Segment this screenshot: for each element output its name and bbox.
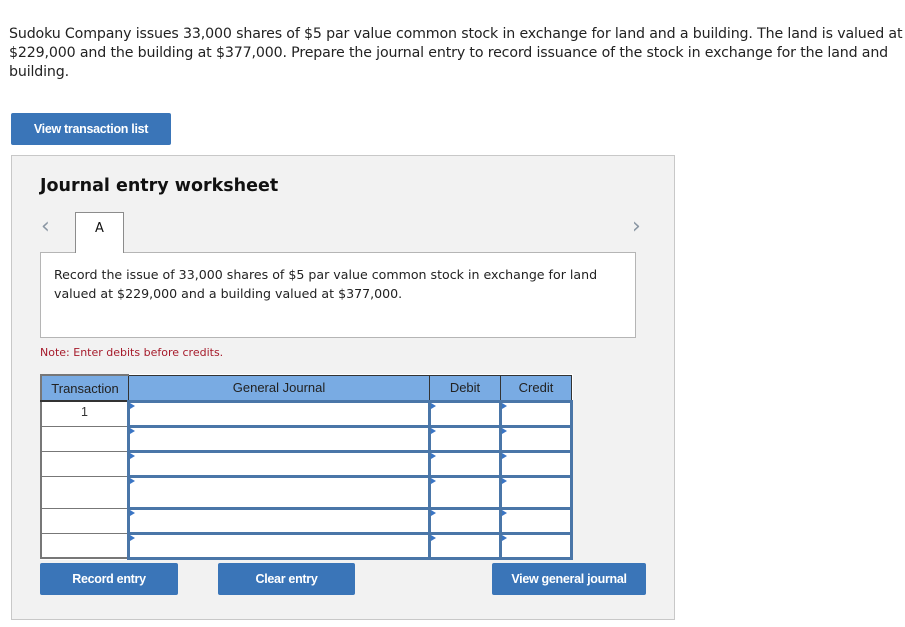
transaction-cell bbox=[40, 425, 130, 452]
account-input[interactable] bbox=[127, 474, 431, 510]
question-text: Sudoku Company issues 33,000 shares of $… bbox=[9, 26, 903, 80]
debit-input[interactable] bbox=[428, 424, 502, 453]
column-header-credit: Credit bbox=[500, 374, 572, 402]
transaction-cell bbox=[40, 532, 130, 559]
column-header-general-journal: General Journal bbox=[128, 374, 430, 402]
column-header-debit: Debit bbox=[429, 374, 501, 402]
debit-input[interactable] bbox=[428, 531, 502, 560]
transaction-description: Record the issue of 33,000 shares of $5 … bbox=[54, 267, 598, 301]
chevron-right-icon[interactable]: › bbox=[632, 214, 641, 239]
tab-a[interactable]: A bbox=[75, 212, 124, 253]
transaction-cell bbox=[40, 507, 130, 534]
account-input[interactable] bbox=[127, 449, 431, 478]
record-entry-button[interactable]: Record entry bbox=[40, 563, 178, 595]
transaction-cell: 1 bbox=[40, 400, 130, 427]
journal-table: Transaction General Journal Debit Credit… bbox=[40, 374, 573, 560]
credit-input[interactable] bbox=[499, 449, 573, 478]
credit-input[interactable] bbox=[499, 531, 573, 560]
account-input[interactable] bbox=[127, 531, 431, 560]
debit-input[interactable] bbox=[428, 506, 502, 535]
credit-input[interactable] bbox=[499, 506, 573, 535]
credit-input[interactable] bbox=[499, 399, 573, 428]
transaction-description-box: Record the issue of 33,000 shares of $5 … bbox=[40, 252, 636, 338]
table-row bbox=[40, 474, 573, 510]
transaction-cell bbox=[40, 450, 130, 477]
debit-input[interactable] bbox=[428, 449, 502, 478]
column-header-transaction: Transaction bbox=[40, 374, 129, 402]
account-input[interactable] bbox=[127, 506, 431, 535]
journal-header-row: Transaction General Journal Debit Credit bbox=[40, 374, 572, 402]
clear-entry-button[interactable]: Clear entry bbox=[218, 563, 355, 595]
worksheet-title: Journal entry worksheet bbox=[40, 176, 279, 196]
debit-input[interactable] bbox=[428, 474, 502, 510]
credit-input[interactable] bbox=[499, 474, 573, 510]
note-text: Note: Enter debits before credits. bbox=[40, 346, 224, 359]
journal-entry-worksheet: Journal entry worksheet ‹ A › Record the… bbox=[11, 155, 675, 620]
view-general-journal-button[interactable]: View general journal bbox=[492, 563, 646, 595]
table-row bbox=[40, 531, 573, 560]
tab-label: A bbox=[95, 221, 104, 236]
view-transaction-list-button[interactable]: View transaction list bbox=[11, 113, 171, 145]
table-row bbox=[40, 506, 573, 535]
credit-input[interactable] bbox=[499, 424, 573, 453]
table-row: 1 bbox=[40, 399, 573, 428]
table-row bbox=[40, 424, 573, 453]
account-input[interactable] bbox=[127, 399, 431, 428]
transaction-cell bbox=[40, 475, 130, 509]
table-row bbox=[40, 449, 573, 478]
account-input[interactable] bbox=[127, 424, 431, 453]
debit-input[interactable] bbox=[428, 399, 502, 428]
chevron-left-icon[interactable]: ‹ bbox=[41, 214, 50, 239]
